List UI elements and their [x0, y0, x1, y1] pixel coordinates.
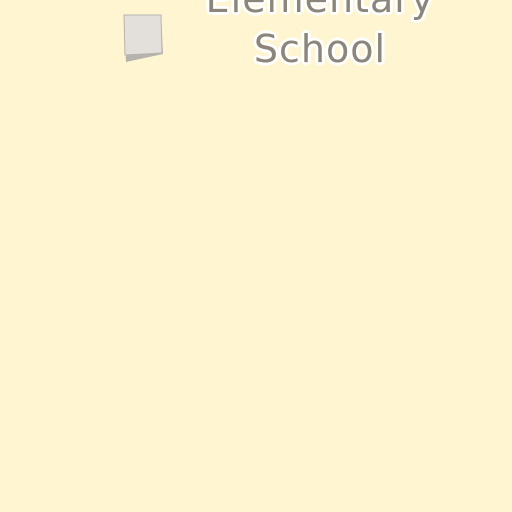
- poi-label-line-1: Elementary: [0, 0, 512, 22]
- poi-label[interactable]: Elementary School: [0, 0, 512, 76]
- poi-label-line-2: School: [253, 27, 387, 71]
- map-canvas[interactable]: Elementary School: [0, 0, 512, 512]
